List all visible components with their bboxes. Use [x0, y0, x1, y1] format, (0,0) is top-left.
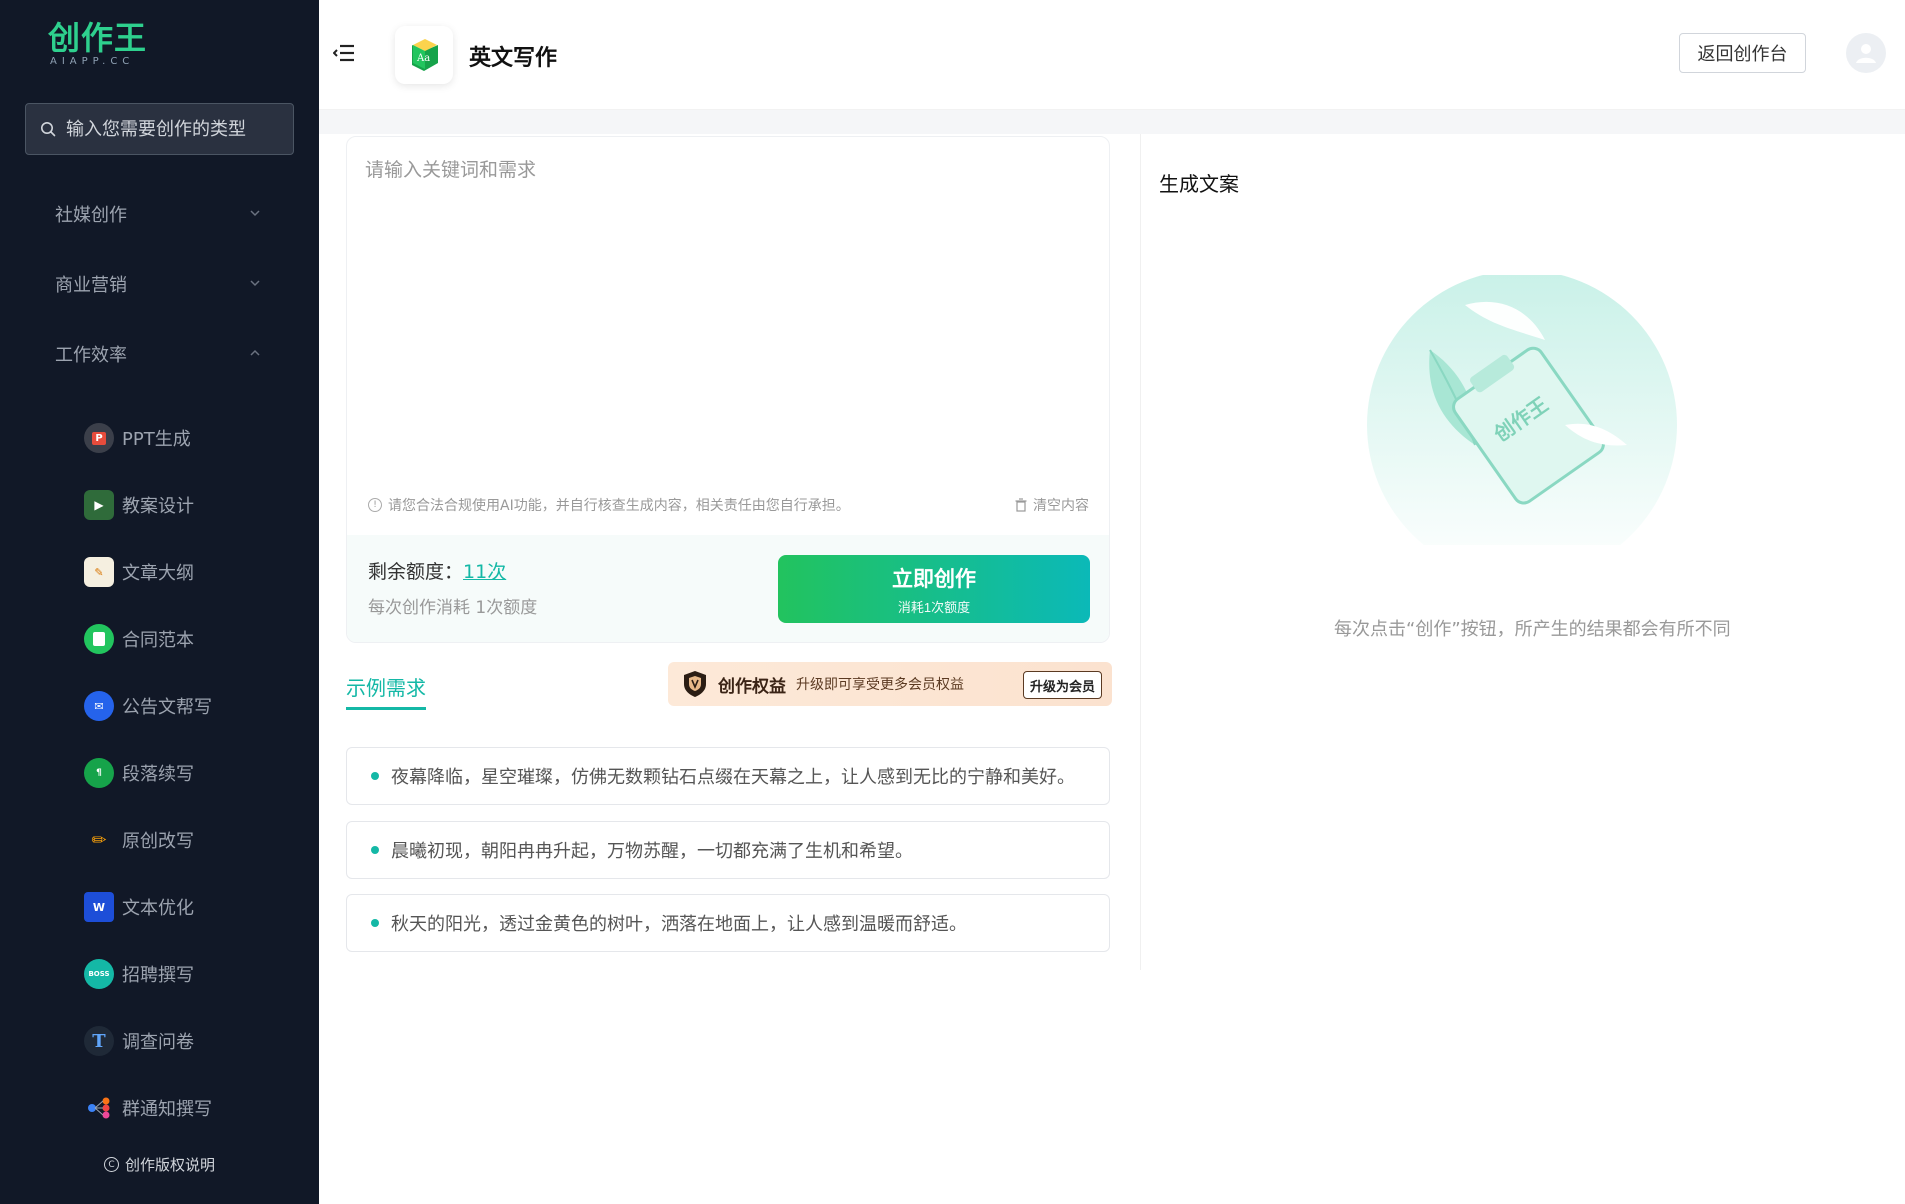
- avatar[interactable]: [1846, 33, 1886, 73]
- quota-label: 剩余额度：11次: [368, 557, 506, 584]
- logo-subtext: AIAPP.CC: [50, 56, 135, 67]
- pencil-icon: ✏: [91, 829, 107, 851]
- output-title: 生成文案: [1159, 172, 1239, 196]
- search-input[interactable]: [66, 118, 276, 140]
- nodes-icon: [84, 1093, 114, 1123]
- sidebar-group-label: 社媒创作: [55, 205, 127, 226]
- sidebar-item-label: 群通知撰写: [122, 1099, 212, 1120]
- sidebar-group-efficiency[interactable]: 工作效率: [0, 329, 319, 379]
- sidebar: 创作王 AIAPP.CC 社媒创作 商业营销 工作效率 P PPT生成 ▶ 教案…: [0, 0, 319, 1204]
- tab-examples[interactable]: 示例需求: [346, 672, 426, 701]
- copyright-icon: C: [104, 1157, 119, 1172]
- sidebar-item-label: 招聘撰写: [122, 965, 194, 986]
- sidebar-group-label: 工作效率: [55, 345, 127, 366]
- sidebar-item-label: 教案设计: [122, 496, 194, 517]
- compliance-notice: ! 请您合法合规使用AI功能，并自行核查生成内容，相关责任由您自行承担。: [368, 495, 850, 515]
- vip-description: 升级即可享受更多会员权益: [796, 677, 964, 693]
- clear-content-label: 清空内容: [1033, 498, 1089, 514]
- sidebar-group-marketing[interactable]: 商业营销: [0, 259, 319, 309]
- sidebar-item-lesson[interactable]: ▶ 教案设计: [0, 480, 319, 530]
- logo[interactable]: 创作王 AIAPP.CC: [48, 20, 147, 67]
- sidebar-item-label: 段落续写: [122, 764, 194, 785]
- header-shadow-strip: [319, 110, 1905, 134]
- sidebar-item-survey[interactable]: T 调查问卷: [0, 1016, 319, 1066]
- logo-text: 创作王: [48, 19, 148, 57]
- copyright-label: 创作版权说明: [125, 1156, 216, 1174]
- t-icon: T: [84, 1026, 114, 1056]
- book-icon: Aa: [412, 39, 438, 71]
- sidebar-item-group-notice[interactable]: 群通知撰写: [0, 1083, 319, 1133]
- example-text: 晨曦初现，朝阳冉冉升起，万物苏醒，一切都充满了生机和希望。: [391, 841, 913, 862]
- shield-badge-icon: [684, 671, 706, 697]
- panel-divider: [1140, 134, 1141, 970]
- sidebar-item-label: 文本优化: [122, 898, 194, 919]
- ppt-icon: P: [84, 423, 114, 453]
- back-to-workspace-button[interactable]: 返回创作台: [1679, 33, 1806, 73]
- quota-area: 剩余额度：11次 每次创作消耗 1次额度 立即创作 消耗1次额度: [347, 535, 1109, 642]
- sidebar-item-optimize[interactable]: W 文本优化: [0, 882, 319, 932]
- output-hint: 每次点击“创作”按钮，所产生的结果都会有所不同: [1334, 619, 1731, 640]
- sidebar-item-contract[interactable]: 合同范本: [0, 614, 319, 664]
- empty-state-illustration: 创作王: [1367, 275, 1677, 545]
- sidebar-item-label: 调查问卷: [122, 1032, 194, 1053]
- example-item[interactable]: 秋天的阳光，透过金黄色的树叶，洒落在地面上，让人感到温暖而舒适。: [346, 894, 1110, 952]
- menu-toggle-icon[interactable]: [333, 43, 355, 63]
- sidebar-search[interactable]: [25, 103, 294, 155]
- svg-text:Aa: Aa: [416, 53, 430, 64]
- sidebar-item-ppt[interactable]: P PPT生成: [0, 413, 319, 463]
- chevron-up-icon: [250, 349, 260, 356]
- example-item[interactable]: 夜幕降临，星空璀璨，仿佛无数颗钻石点缀在天幕之上，让人感到无比的宁静和美好。: [346, 747, 1110, 805]
- mail-icon: ✉: [84, 691, 114, 721]
- create-now-button[interactable]: 立即创作 消耗1次额度: [778, 555, 1090, 623]
- user-icon: [1856, 44, 1876, 63]
- sidebar-group-label: 商业营销: [55, 275, 127, 296]
- upgrade-vip-button[interactable]: 升级为会员: [1022, 671, 1102, 699]
- quota-description: 每次创作消耗 1次额度: [368, 598, 538, 618]
- quota-label-text: 剩余额度：: [368, 561, 464, 583]
- create-now-cost: 消耗1次额度: [897, 599, 971, 615]
- sidebar-item-label: PPT生成: [122, 429, 191, 450]
- compliance-notice-text: 请您合法合规使用AI功能，并自行核查生成内容，相关责任由您自行承担。: [388, 498, 850, 514]
- page-title: 英文写作: [469, 46, 558, 71]
- sidebar-item-label: 公告文帮写: [122, 697, 212, 718]
- vip-banner: 创作权益 升级即可享受更多会员权益 升级为会员: [668, 662, 1112, 706]
- sidebar-item-outline[interactable]: ✎ 文章大纲: [0, 547, 319, 597]
- create-now-label: 立即创作: [892, 567, 976, 591]
- sidebar-item-label: 合同范本: [122, 630, 194, 651]
- pencil-note-icon: ✎: [84, 557, 114, 587]
- tab-active-underline: [346, 707, 426, 710]
- input-card: ! 请您合法合规使用AI功能，并自行核查生成内容，相关责任由您自行承担。 清空内…: [346, 136, 1110, 643]
- sidebar-item-continue[interactable]: ¶ 段落续写: [0, 748, 319, 798]
- app-icon: Aa: [395, 26, 453, 84]
- word-icon: W: [84, 892, 114, 922]
- paragraph-icon: ¶: [84, 758, 114, 788]
- info-icon: !: [368, 498, 382, 512]
- chevron-down-icon: [250, 210, 260, 217]
- play-icon: ▶: [84, 490, 114, 520]
- sidebar-item-notice[interactable]: ✉ 公告文帮写: [0, 681, 319, 731]
- example-text: 夜幕降临，星空璀璨，仿佛无数颗钻石点缀在天幕之上，让人感到无比的宁静和美好。: [391, 767, 1075, 788]
- sidebar-item-rewrite[interactable]: ✏ 原创改写: [0, 815, 319, 865]
- bullet-dot: [371, 919, 379, 927]
- trash-icon: [1015, 498, 1027, 512]
- header: Aa 英文写作 返回创作台: [319, 0, 1905, 110]
- example-item[interactable]: 晨曦初现，朝阳冉冉升起，万物苏醒，一切都充满了生机和希望。: [346, 821, 1110, 879]
- bullet-dot: [371, 846, 379, 854]
- search-icon: [41, 122, 56, 137]
- quota-value-link[interactable]: 11次: [463, 561, 506, 583]
- sidebar-item-recruit[interactable]: BOSS 招聘撰写: [0, 949, 319, 999]
- boss-icon: BOSS: [84, 959, 114, 989]
- clear-content-button[interactable]: 清空内容: [1014, 495, 1089, 515]
- vip-title: 创作权益: [718, 676, 786, 697]
- sidebar-item-label: 原创改写: [122, 831, 194, 852]
- chevron-down-icon: [250, 280, 260, 287]
- keyword-input[interactable]: [365, 155, 1085, 455]
- copyright-link[interactable]: C 创作版权说明: [104, 1154, 215, 1175]
- sidebar-item-label: 文章大纲: [122, 563, 194, 584]
- sidebar-group-social[interactable]: 社媒创作: [0, 189, 319, 239]
- notebook-icon: [84, 624, 114, 654]
- bullet-dot: [371, 772, 379, 780]
- example-text: 秋天的阳光，透过金黄色的树叶，洒落在地面上，让人感到温暖而舒适。: [391, 914, 967, 935]
